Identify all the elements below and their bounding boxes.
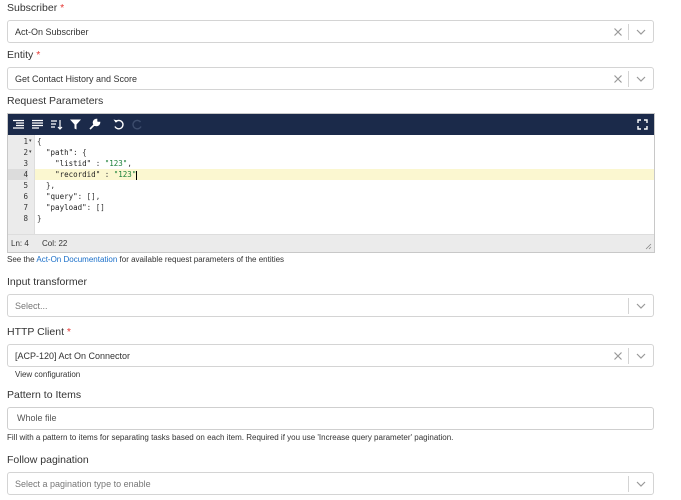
http-client-value: [ACP-120] Act On Connector	[15, 351, 131, 361]
fold-toggle[interactable]: ▾	[29, 147, 32, 158]
select-separator	[628, 298, 629, 314]
http-client-label: HTTP Client *	[7, 326, 72, 338]
pattern-to-items-label: Pattern to Items	[7, 389, 82, 401]
redo-icon[interactable]	[131, 118, 144, 131]
json-string: "123"	[113, 170, 137, 179]
text-cursor	[136, 170, 138, 180]
status-column: Col: 22	[42, 239, 68, 248]
chevron-down-icon[interactable]	[635, 301, 647, 311]
entity-select[interactable]: Get Contact History and Score	[7, 67, 654, 90]
line-number: 3	[23, 159, 28, 168]
line-number: 2	[23, 148, 28, 157]
request-parameters-label: Request Parameters	[7, 95, 104, 107]
entity-value: Get Contact History and Score	[15, 74, 138, 84]
code-line[interactable]: {	[37, 136, 653, 147]
clear-icon[interactable]	[611, 72, 625, 86]
subscriber-label: Subscriber *	[7, 2, 65, 14]
status-line: Ln: 4	[11, 239, 29, 248]
line-number: 5	[23, 181, 28, 190]
view-configuration-link[interactable]: View configuration	[15, 370, 80, 379]
fullscreen-icon[interactable]	[636, 118, 649, 131]
pattern-to-items-help: Fill with a pattern to items for separat…	[7, 433, 454, 442]
select-separator	[628, 24, 629, 40]
line-number: 6	[23, 192, 28, 201]
compact-icon[interactable]	[31, 118, 44, 131]
chevron-down-icon[interactable]	[635, 74, 647, 84]
json-editor[interactable]: 1 ▾ 2 ▾ 3 4 5 6 7 8 { "path": { "listid"…	[7, 113, 655, 253]
code-line[interactable]: }	[37, 213, 653, 224]
request-parameters-help: See the Act-On Documentation for availab…	[7, 255, 285, 264]
clear-icon[interactable]	[611, 349, 625, 363]
line-number: 8	[23, 214, 28, 223]
line-number: 7	[23, 203, 28, 212]
code-line[interactable]: "payload": []	[37, 202, 653, 213]
resize-handle-icon[interactable]	[645, 243, 652, 250]
act-on-documentation-link[interactable]: Act-On Documentation	[36, 255, 117, 264]
json-string: "123"	[104, 159, 128, 168]
http-client-select[interactable]: [ACP-120] Act On Connector	[7, 344, 654, 367]
json-key: "listid"	[55, 159, 92, 168]
follow-pagination-select[interactable]: Select a pagination type to enable	[7, 472, 654, 495]
code-line-active[interactable]: "recordid" : "123"	[37, 169, 653, 180]
chevron-down-icon[interactable]	[635, 27, 647, 37]
editor-toolbar	[8, 114, 654, 135]
chevron-down-icon[interactable]	[635, 479, 647, 489]
editor-status-bar: Ln: 4 Col: 22	[8, 234, 654, 252]
input-transformer-placeholder: Select...	[15, 301, 48, 311]
subscriber-value: Act-On Subscriber	[15, 27, 89, 37]
json-key: "query"	[46, 192, 78, 201]
select-separator	[628, 71, 629, 87]
line-number: 1	[23, 137, 28, 146]
undo-icon[interactable]	[112, 118, 125, 131]
code-line[interactable]: "query": [],	[37, 191, 653, 202]
follow-pagination-placeholder: Select a pagination type to enable	[15, 479, 151, 489]
subscriber-select[interactable]: Act-On Subscriber	[7, 20, 654, 43]
json-key: "path"	[46, 148, 74, 157]
json-key: "recordid"	[55, 170, 101, 179]
select-separator	[628, 348, 629, 364]
code-line[interactable]: "listid" : "123",	[37, 158, 653, 169]
select-separator	[628, 476, 629, 492]
input-transformer-select[interactable]: Select...	[7, 294, 654, 317]
clear-icon[interactable]	[611, 25, 625, 39]
code-line[interactable]: "path": {	[37, 147, 653, 158]
sort-icon[interactable]	[50, 118, 63, 131]
filter-icon[interactable]	[69, 118, 82, 131]
follow-pagination-label: Follow pagination	[7, 454, 89, 466]
code-line[interactable]: },	[37, 180, 653, 191]
repair-icon[interactable]	[88, 118, 101, 131]
json-key: "payload"	[46, 203, 87, 212]
entity-label: Entity *	[7, 49, 41, 61]
line-number: 4	[8, 169, 28, 180]
format-icon[interactable]	[12, 118, 25, 131]
pattern-to-items-input[interactable]: Whole file	[7, 407, 654, 430]
fold-toggle[interactable]: ▾	[29, 136, 32, 147]
chevron-down-icon[interactable]	[635, 351, 647, 361]
input-transformer-label: Input transformer	[7, 276, 87, 288]
